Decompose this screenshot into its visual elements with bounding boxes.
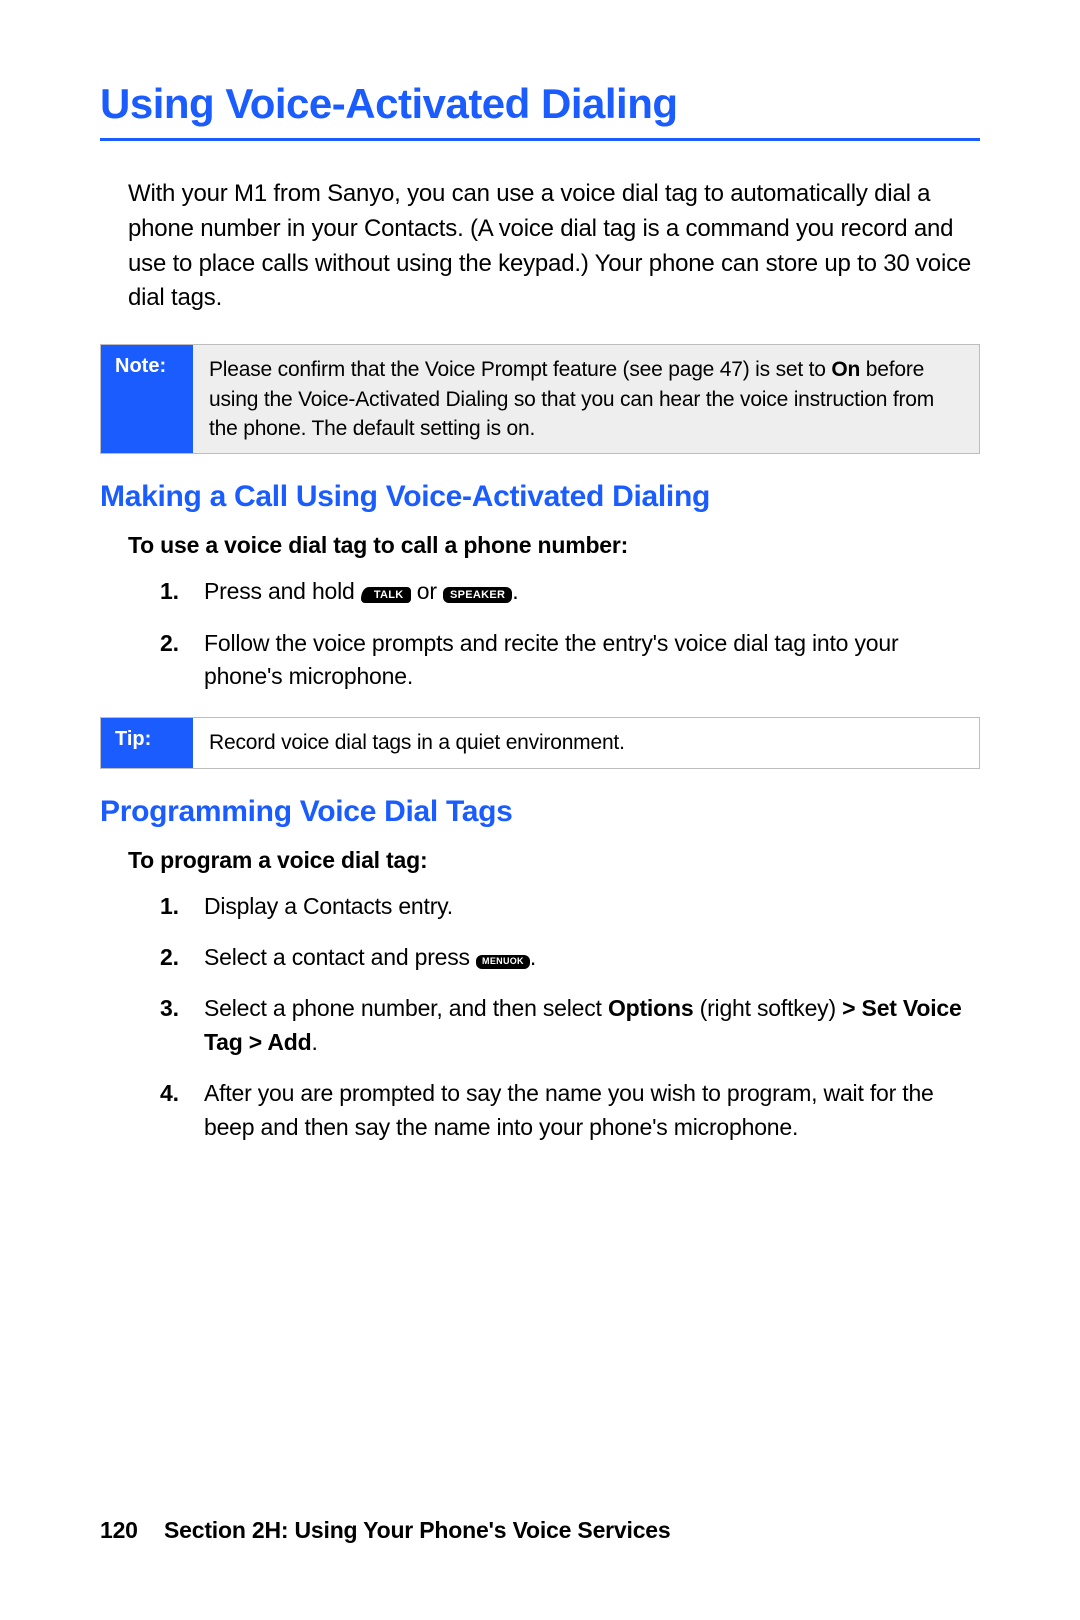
step-text-post: . [311,1029,317,1055]
page-number: 120 [100,1517,164,1544]
step: Follow the voice prompts and recite the … [160,627,980,694]
note-callout: Note: Please confirm that the Voice Prom… [100,344,980,454]
lead-making-call: To use a voice dial tag to call a phone … [128,532,980,559]
step: After you are prompted to say the name y… [160,1077,980,1144]
footer-section: Section 2H: Using Your Phone's Voice Ser… [164,1517,670,1543]
step-text-mid: or [411,578,443,604]
note-label: Note: [101,345,193,453]
step-text-post: . [530,944,536,970]
step-text-post: . [512,578,518,604]
step-text-mid: (right softkey) [693,995,842,1021]
step: Select a phone number, and then select O… [160,992,980,1059]
step-text-pre: Select a contact and press [204,944,476,970]
page: Using Voice-Activated Dialing With your … [0,0,1080,1620]
page-title: Using Voice-Activated Dialing [100,80,980,141]
subheading-making-call: Making a Call Using Voice-Activated Dial… [100,480,980,514]
subheading-programming: Programming Voice Dial Tags [100,795,980,829]
step-text-pre: Press and hold [204,578,361,604]
steps-making-call: Press and hold TALK or SPEAKER. Follow t… [160,575,980,693]
lead-programming: To program a voice dial tag: [128,847,980,874]
step-text-pre: Select a phone number, and then select [204,995,608,1021]
note-text-bold: On [831,358,860,381]
note-body: Please confirm that the Voice Prompt fea… [193,345,979,453]
speaker-key-icon: SPEAKER [443,587,512,603]
steps-programming: Display a Contacts entry. Select a conta… [160,890,980,1144]
tip-label: Tip: [101,718,193,767]
tip-body: Record voice dial tags in a quiet enviro… [193,718,979,767]
menu-ok-key-icon: MENUOK [476,955,530,969]
tip-callout: Tip: Record voice dial tags in a quiet e… [100,717,980,768]
note-text-pre: Please confirm that the Voice Prompt fea… [209,358,831,381]
intro-paragraph: With your M1 from Sanyo, you can use a v… [128,177,980,316]
step: Display a Contacts entry. [160,890,980,923]
step: Press and hold TALK or SPEAKER. [160,575,980,608]
step: Select a contact and press MENUOK. [160,941,980,974]
page-footer: 120Section 2H: Using Your Phone's Voice … [100,1517,980,1544]
step-bold-options: Options [608,995,693,1021]
talk-key-icon: TALK [361,587,411,603]
